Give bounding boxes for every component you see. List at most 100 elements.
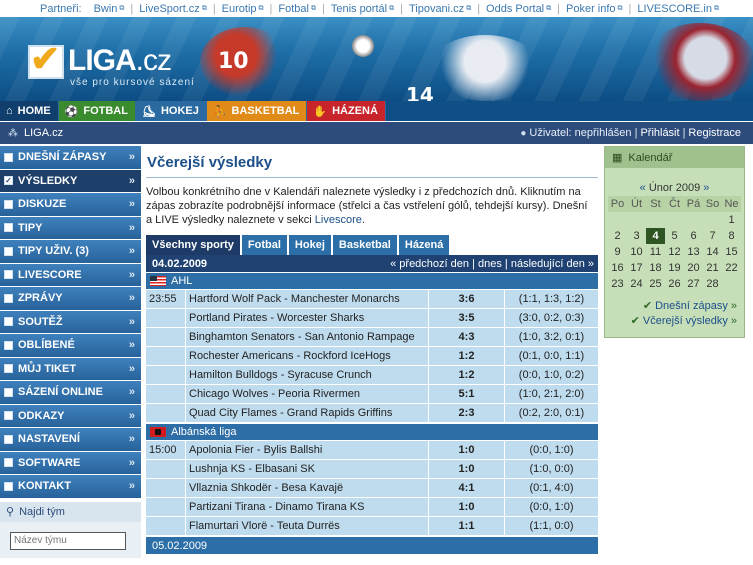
menu-item[interactable]: ✓ VÝSLEDKY » xyxy=(0,169,141,192)
match-teams[interactable]: Quad City Flames - Grand Rapids Griffins xyxy=(186,404,429,422)
calendar-day[interactable]: 14 xyxy=(703,244,722,260)
partner-link[interactable]: Tipovani.cz xyxy=(409,3,464,15)
team-search-input[interactable] xyxy=(10,531,126,550)
calendar-day[interactable]: 1 xyxy=(722,212,741,228)
match-row[interactable]: 23:55 Hartford Wolf Pack - Manchester Mon… xyxy=(146,290,598,308)
menu-item[interactable]: TIPY » xyxy=(0,216,141,239)
calendar-day[interactable]: 3 xyxy=(627,228,646,244)
match-row[interactable]: Portland Pirates - Worcester Sharks 3:5 (3… xyxy=(146,309,598,327)
calendar-day[interactable]: 16 xyxy=(608,260,627,276)
previous-day-link[interactable]: « předchozí den xyxy=(390,258,469,270)
results-tab[interactable]: Všechny sporty xyxy=(146,235,240,255)
calendar-link[interactable]: Včerejší výsledky xyxy=(643,315,728,327)
calendar-day[interactable]: 21 xyxy=(703,260,722,276)
today-link[interactable]: dnes xyxy=(478,258,502,270)
match-teams[interactable]: Lushnja KS - Elbasani SK xyxy=(186,460,429,478)
match-row[interactable]: Chicago Wolves - Peoria Rivermen 5:1 (1:0,… xyxy=(146,385,598,403)
partner-link[interactable]: Poker info xyxy=(566,3,616,15)
calendar-day[interactable]: 27 xyxy=(684,276,703,292)
partner-link[interactable]: Bwin xyxy=(94,3,118,15)
calendar-day[interactable]: 20 xyxy=(684,260,703,276)
previous-month-button[interactable]: « xyxy=(640,182,646,194)
menu-item[interactable]: DISKUZE » xyxy=(0,193,141,216)
calendar-day[interactable]: 13 xyxy=(684,244,703,260)
match-teams[interactable]: Flamurtari Vlorë - Teuta Durrës xyxy=(186,517,429,535)
calendar-day[interactable]: 25 xyxy=(646,276,665,292)
calendar-day[interactable]: 26 xyxy=(665,276,684,292)
match-row[interactable]: Hamilton Bulldogs - Syracuse Crunch 1:2 (0… xyxy=(146,366,598,384)
calendar-day[interactable]: 7 xyxy=(703,228,722,244)
partner-link[interactable]: Eurotip xyxy=(222,3,257,15)
match-row[interactable]: Flamurtari Vlorë - Teuta Durrës 1:1 (1:1, … xyxy=(146,517,598,535)
site-logo[interactable]: LIGA.cz xyxy=(68,44,172,78)
menu-item[interactable]: DNEŠNÍ ZÁPASY » xyxy=(0,146,141,169)
match-row[interactable]: Quad City Flames - Grand Rapids Griffins… xyxy=(146,404,598,422)
results-tab[interactable]: Hokej xyxy=(288,235,331,255)
partner-link[interactable]: Fotbal xyxy=(278,3,309,15)
breadcrumb-home-link[interactable]: LIGA.cz xyxy=(24,127,63,139)
livescore-link[interactable]: Livescore xyxy=(315,214,362,226)
calendar-day[interactable]: 15 xyxy=(722,244,741,260)
match-row[interactable]: Vllaznia Shkodër - Besa Kavajë 4:1 (0:1, 4… xyxy=(146,479,598,497)
match-teams[interactable]: Chicago Wolves - Peoria Rivermen xyxy=(186,385,429,403)
menu-item[interactable]: KONTAKT » xyxy=(0,475,141,498)
partner-link[interactable]: Tenis portál xyxy=(331,3,387,15)
menu-item[interactable]: OBLÍBENÉ » xyxy=(0,334,141,357)
sport-tab-3[interactable]: ⛹ BASKETBAL xyxy=(206,101,308,121)
calendar-day[interactable]: 18 xyxy=(646,260,665,276)
match-teams[interactable]: Partizani Tirana - Dinamo Tirana KS xyxy=(186,498,429,516)
calendar-day[interactable]: 6 xyxy=(684,228,703,244)
calendar-day[interactable]: 12 xyxy=(665,244,684,260)
calendar-day[interactable]: 17 xyxy=(627,260,646,276)
sport-tab-2[interactable]: ⛸ HOKEJ xyxy=(135,101,207,121)
partner-link[interactable]: LiveSport.cz xyxy=(139,3,200,15)
calendar-day[interactable]: 4 xyxy=(646,228,665,244)
partner-link[interactable]: LIVESCORE.in xyxy=(637,3,712,15)
match-teams[interactable]: Vllaznia Shkodër - Besa Kavajë xyxy=(186,479,429,497)
partner-link[interactable]: Odds Portal xyxy=(486,3,544,15)
calendar-day[interactable]: 5 xyxy=(665,228,684,244)
match-teams[interactable]: Rochester Americans - Rockford IceHogs xyxy=(186,347,429,365)
calendar-link[interactable]: Dnešní zápasy xyxy=(655,300,728,312)
calendar-day[interactable]: 2 xyxy=(608,228,627,244)
menu-item[interactable]: ODKAZY » xyxy=(0,404,141,427)
menu-item[interactable]: ZPRÁVY » xyxy=(0,287,141,310)
menu-item[interactable]: TIPY UŽIV. (3) » xyxy=(0,240,141,263)
results-tab[interactable]: Fotbal xyxy=(241,235,287,255)
calendar-day[interactable]: 19 xyxy=(665,260,684,276)
match-row[interactable]: 15:00 Apolonia Fier - Bylis Ballshi 1:0 (0:… xyxy=(146,441,598,459)
match-row[interactable]: Binghamton Senators - San Antonio Rampag… xyxy=(146,328,598,346)
calendar-day[interactable]: 28 xyxy=(703,276,722,292)
register-link[interactable]: Registrace xyxy=(688,127,741,139)
calendar-day[interactable]: 22 xyxy=(722,260,741,276)
match-row[interactable]: Rochester Americans - Rockford IceHogs 1:… xyxy=(146,347,598,365)
match-teams[interactable]: Hamilton Bulldogs - Syracuse Crunch xyxy=(186,366,429,384)
match-teams[interactable]: Apolonia Fier - Bylis Ballshi xyxy=(186,441,429,459)
menu-item[interactable]: LIVESCORE » xyxy=(0,263,141,286)
menu-item[interactable]: SOUTĚŽ » xyxy=(0,310,141,333)
match-row[interactable]: Partizani Tirana - Dinamo Tirana KS 1:0 (0… xyxy=(146,498,598,516)
next-day-link[interactable]: následující den » xyxy=(511,258,594,270)
results-tab[interactable]: Basketbal xyxy=(332,235,397,255)
sport-tab-1[interactable]: ⚽ FOTBAL xyxy=(58,101,136,121)
league-header[interactable]: AHL xyxy=(146,273,598,289)
menu-item[interactable]: SOFTWARE » xyxy=(0,451,141,474)
calendar-day[interactable]: 10 xyxy=(627,244,646,260)
match-teams[interactable]: Binghamton Senators - San Antonio Rampag… xyxy=(186,328,429,346)
sport-tab-0[interactable]: ⌂ HOME xyxy=(0,101,59,121)
match-teams[interactable]: Hartford Wolf Pack - Manchester Monarchs xyxy=(186,290,429,308)
calendar-day[interactable]: 24 xyxy=(627,276,646,292)
league-header[interactable]: Albánská liga xyxy=(146,424,598,440)
next-month-button[interactable]: » xyxy=(703,182,709,194)
results-tab[interactable]: Házená xyxy=(398,235,450,255)
match-row[interactable]: Lushnja KS - Elbasani SK 1:0 (1:0, 0:0) xyxy=(146,460,598,478)
calendar-day[interactable]: 9 xyxy=(608,244,627,260)
menu-item[interactable]: SÁZENÍ ONLINE » xyxy=(0,381,141,404)
menu-item[interactable]: MŮJ TIKET » xyxy=(0,357,141,380)
match-teams[interactable]: Portland Pirates - Worcester Sharks xyxy=(186,309,429,327)
menu-item[interactable]: NASTAVENÍ » xyxy=(0,428,141,451)
calendar-day[interactable]: 23 xyxy=(608,276,627,292)
login-link[interactable]: Přihlásit xyxy=(640,127,679,139)
calendar-day[interactable]: 8 xyxy=(722,228,741,244)
sport-tab-4[interactable]: ✋ HÁZENÁ xyxy=(307,101,386,121)
